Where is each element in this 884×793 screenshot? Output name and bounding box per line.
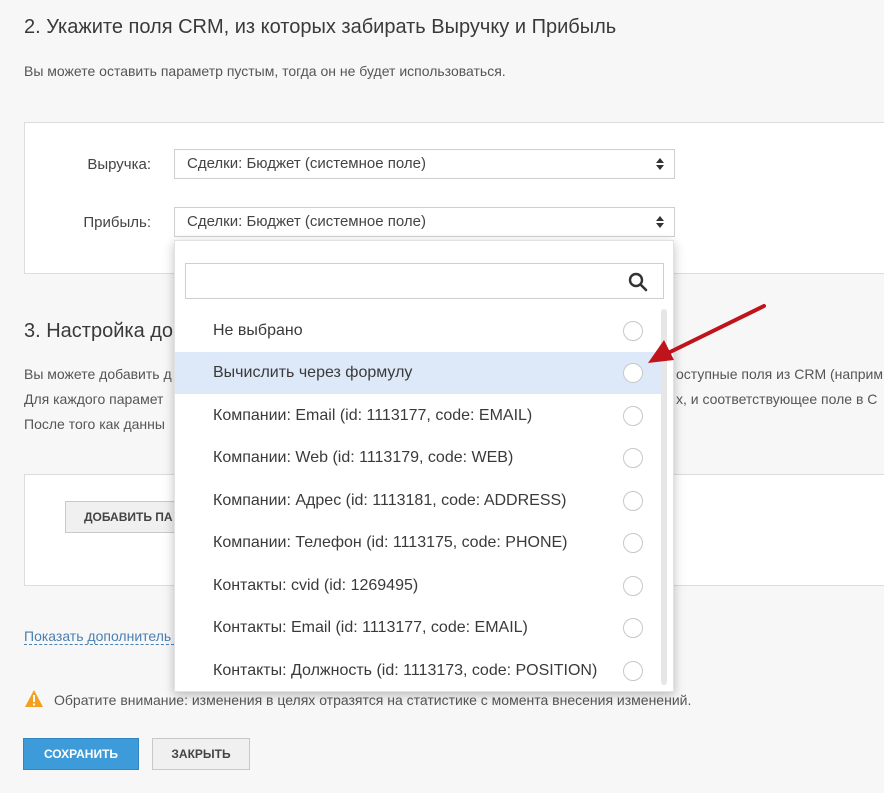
option-label: Контакты: cvid (id: 1269495) bbox=[213, 577, 419, 594]
radio-icon bbox=[623, 448, 643, 468]
section-3-line1-left: Вы можете добавить д bbox=[24, 366, 172, 382]
radio-icon bbox=[623, 491, 643, 511]
option-label: Контакты: Email (id: 1113177, code: EMAI… bbox=[213, 619, 528, 636]
dropdown-option-formula[interactable]: Вычислить через формулу bbox=[175, 352, 661, 394]
search-icon[interactable] bbox=[628, 272, 648, 292]
close-button[interactable]: ЗАКРЫТЬ bbox=[152, 738, 250, 770]
select-arrows-icon bbox=[646, 150, 674, 178]
option-label: Компании: Web (id: 1113179, code: WEB) bbox=[213, 449, 514, 466]
option-label: Компании: Адрес (id: 1113181, code: ADDR… bbox=[213, 492, 567, 509]
revenue-select[interactable]: Сделки: Бюджет (системное поле) bbox=[174, 149, 675, 179]
profit-select-value: Сделки: Бюджет (системное поле) bbox=[187, 213, 426, 230]
annotation-arrow-icon bbox=[648, 304, 766, 363]
show-more-link[interactable]: Показать дополнитель bbox=[24, 628, 174, 645]
section-3-title: 3. Настройка доп bbox=[24, 320, 184, 342]
section-2-hint: Вы можете оставить параметр пустым, тогд… bbox=[24, 63, 506, 79]
dropdown-option-contact-email[interactable]: Контакты: Email (id: 1113177, code: EMAI… bbox=[175, 607, 661, 649]
dropdown-option-contact-position[interactable]: Контакты: Должность (id: 1113173, code: … bbox=[175, 650, 661, 691]
dropdown-option-company-phone[interactable]: Компании: Телефон (id: 1113175, code: PH… bbox=[175, 522, 661, 564]
section-2-title: 2. Укажите поля CRM, из которых забирать… bbox=[24, 16, 617, 38]
dropdown-option-not-selected[interactable]: Не выбрано bbox=[175, 310, 661, 352]
option-label: Вычислить через формулу bbox=[213, 364, 413, 381]
save-button[interactable]: СОХРАНИТЬ bbox=[23, 738, 139, 770]
radio-icon bbox=[623, 661, 643, 681]
dropdown-option-company-web[interactable]: Компании: Web (id: 1113179, code: WEB) bbox=[175, 437, 661, 479]
profit-label: Прибыль: bbox=[83, 214, 151, 231]
radio-icon bbox=[623, 576, 643, 596]
profit-dropdown: Не выбрано Вычислить через формулу Компа… bbox=[174, 240, 674, 692]
radio-icon bbox=[623, 618, 643, 638]
section-3-line2-left: Для каждого парамет bbox=[24, 391, 164, 407]
option-label: Контакты: Должность (id: 1113173, code: … bbox=[213, 662, 598, 679]
profit-select[interactable]: Сделки: Бюджет (системное поле) bbox=[174, 207, 675, 237]
dropdown-option-contact-cvid[interactable]: Контакты: cvid (id: 1269495) bbox=[175, 565, 661, 607]
warning-icon bbox=[24, 689, 44, 709]
option-label: Не выбрано bbox=[213, 322, 303, 339]
radio-icon bbox=[623, 533, 643, 553]
revenue-label: Выручка: bbox=[87, 156, 151, 173]
warning-text: Обратите внимание: изменения в целях отр… bbox=[54, 692, 692, 708]
revenue-select-value: Сделки: Бюджет (системное поле) bbox=[187, 155, 426, 172]
radio-icon bbox=[623, 406, 643, 426]
select-arrows-icon bbox=[646, 208, 674, 236]
option-label: Компании: Телефон (id: 1113175, code: PH… bbox=[213, 534, 568, 551]
section-3-line2-right: х, и соответствующее поле в С bbox=[676, 391, 878, 407]
dropdown-search-field[interactable] bbox=[185, 263, 664, 300]
section-3-line3-left: После того как данны bbox=[24, 416, 165, 432]
option-label: Компании: Email (id: 1113177, code: EMAI… bbox=[213, 407, 533, 424]
dropdown-search-input[interactable] bbox=[186, 264, 630, 300]
dropdown-option-company-address[interactable]: Компании: Адрес (id: 1113181, code: ADDR… bbox=[175, 480, 661, 522]
dropdown-option-company-email[interactable]: Компании: Email (id: 1113177, code: EMAI… bbox=[175, 395, 661, 437]
